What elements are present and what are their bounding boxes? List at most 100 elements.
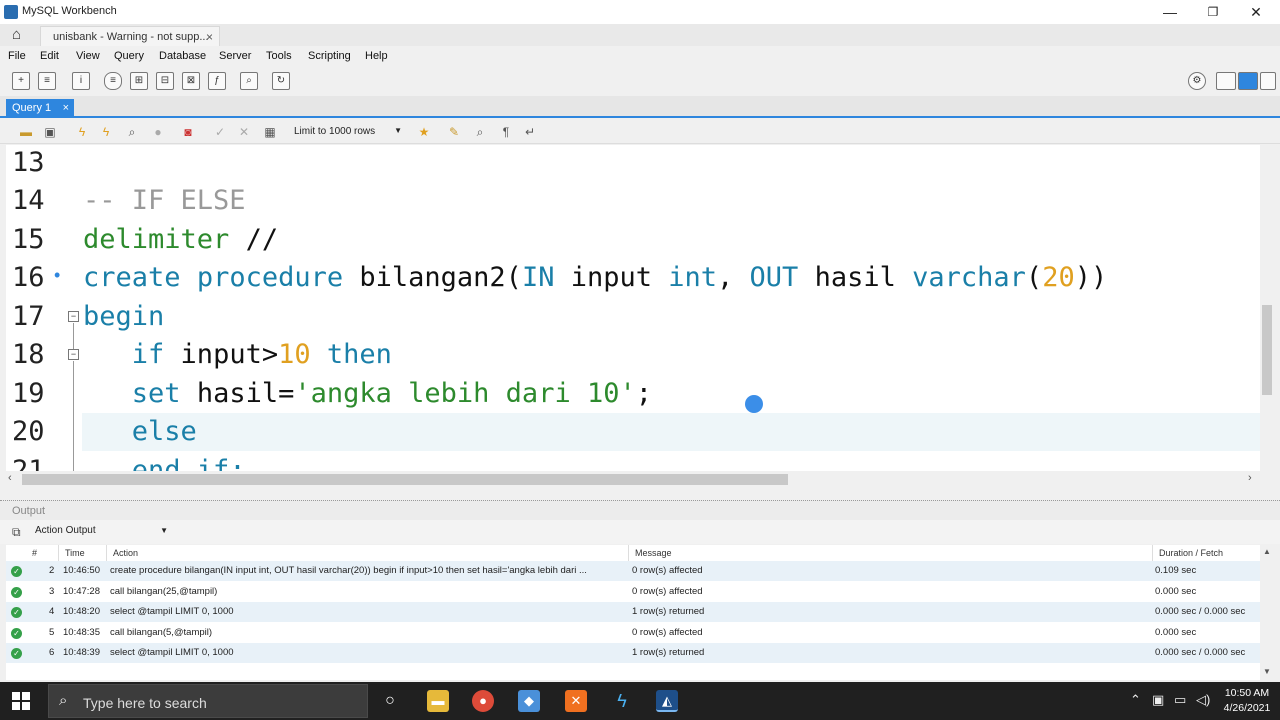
menu-tools[interactable]: Tools (266, 50, 292, 62)
column-header-duration[interactable]: Duration / Fetch (1159, 548, 1223, 558)
menu-edit[interactable]: Edit (40, 50, 59, 62)
find-icon[interactable]: ⌕ (472, 124, 488, 140)
sql-editor[interactable]: 13 14 15 16 • 17 18 19 20 21 − − -- IF E… (6, 145, 1260, 471)
invisible-chars-icon[interactable]: ¶ (498, 124, 514, 140)
menu-file[interactable]: File (8, 50, 26, 62)
save-icon[interactable]: ▣ (42, 124, 58, 140)
home-icon[interactable]: ⌂ (12, 26, 21, 43)
close-button[interactable]: ✕ (1236, 2, 1276, 22)
current-line-highlight (82, 413, 1260, 451)
toggle-sidebar-icon[interactable] (1216, 72, 1236, 90)
menu-scripting[interactable]: Scripting (308, 50, 351, 62)
scrollbar-thumb[interactable] (22, 474, 788, 485)
search-table-data-icon[interactable]: ⌕ (240, 72, 258, 90)
rollback-icon[interactable]: ✕ (236, 124, 252, 140)
keyword: if (131, 339, 165, 370)
fold-toggle-icon[interactable]: − (68, 311, 79, 322)
beautify-icon[interactable]: ✎ (446, 124, 462, 140)
line-number: 20 (12, 416, 45, 447)
restore-button[interactable]: ❐ (1193, 2, 1233, 22)
add-snippet-icon[interactable]: ★ (416, 124, 432, 140)
row-time: 10:48:39 (63, 647, 100, 658)
scroll-up-icon[interactable]: ▲ (1263, 547, 1271, 556)
scroll-left-icon[interactable]: ‹ (8, 472, 12, 484)
output-vertical-scrollbar[interactable]: ▲ ▼ (1260, 545, 1274, 680)
tray-battery-icon[interactable]: ▭ (1174, 692, 1186, 708)
editor-horizontal-scrollbar[interactable]: ‹ › (6, 471, 1260, 487)
menu-view[interactable]: View (76, 50, 100, 62)
create-view-icon[interactable]: ⊟ (156, 72, 174, 90)
table-row[interactable]: ✓ 3 10:47:28 call bilangan(25,@tampil) 0… (6, 582, 1260, 602)
execute-icon[interactable]: ϟ (74, 124, 90, 140)
column-header-action[interactable]: Action (113, 548, 138, 558)
menu-server[interactable]: Server (219, 50, 251, 62)
lightning-app-icon[interactable]: ϟ (611, 690, 633, 712)
windows-taskbar: ⌕ Type here to search ○ ▬ ● ◆ ✕ ϟ ◭ ⌃ ▣ … (0, 682, 1280, 720)
file-explorer-icon[interactable]: ▬ (427, 690, 449, 712)
inspector-icon[interactable]: i (72, 72, 90, 90)
menu-query[interactable]: Query (114, 50, 144, 62)
tray-network-icon[interactable]: ▣ (1152, 692, 1164, 708)
connection-tab[interactable]: unisbank - Warning - not supp... × (40, 26, 220, 46)
open-sql-script-icon[interactable]: ≡ (38, 72, 56, 90)
output-panel-header: Output (0, 500, 1280, 520)
column-header-time[interactable]: Time (65, 548, 85, 558)
new-sql-tab-icon[interactable]: + (12, 72, 30, 90)
keyword: varchar (912, 262, 1026, 293)
query-tab[interactable]: Query 1 × (6, 99, 74, 118)
close-query-tab-icon[interactable]: × (63, 102, 69, 114)
windows-start-icon[interactable] (12, 692, 30, 710)
output-type-label: Action Output (35, 525, 96, 536)
toggle-error-stop-icon[interactable]: ◙ (180, 124, 196, 140)
limit-rows-select[interactable]: Limit to 1000 rows ▼ (290, 124, 406, 141)
mysql-workbench-taskbar-icon[interactable]: ◭ (656, 690, 678, 712)
close-connection-tab-icon[interactable]: × (206, 30, 213, 44)
commit-icon[interactable]: ✓ (212, 124, 228, 140)
limit-rows-label: Limit to 1000 rows (294, 126, 376, 137)
autocommit-icon[interactable]: ▦ (262, 124, 278, 140)
clock-time: 10:50 AM (1224, 687, 1270, 699)
tray-volume-icon[interactable]: ◁) (1196, 692, 1210, 708)
xampp-icon[interactable]: ✕ (565, 690, 587, 712)
create-schema-icon[interactable]: ≡ (104, 72, 122, 90)
column-header-message[interactable]: Message (635, 548, 672, 558)
scrollbar-thumb[interactable] (1262, 305, 1272, 395)
chevron-down-icon: ▼ (394, 126, 402, 135)
toggle-secondary-sidebar-icon[interactable] (1260, 72, 1276, 90)
stop-icon[interactable]: ● (150, 124, 166, 140)
menu-database[interactable]: Database (159, 50, 206, 62)
row-duration: 0.000 sec (1155, 586, 1197, 597)
menu-help[interactable]: Help (365, 50, 388, 62)
scroll-down-icon[interactable]: ▼ (1263, 667, 1271, 676)
reconnect-icon[interactable]: ↻ (272, 72, 290, 90)
table-row[interactable]: ✓ 6 10:48:39 select @tampil LIMIT 0, 100… (6, 643, 1260, 663)
toggle-output-panel-icon[interactable] (1238, 72, 1258, 90)
taskbar-search-box[interactable]: ⌕ Type here to search (48, 684, 368, 718)
create-procedure-icon[interactable]: ⊠ (182, 72, 200, 90)
copy-output-icon[interactable]: ⧉ (12, 525, 21, 540)
explain-icon[interactable]: ⌕ (124, 124, 140, 140)
taskbar-clock[interactable]: 10:50 AM 4/26/2021 (1220, 686, 1274, 716)
app-cube-icon[interactable]: ◆ (518, 690, 540, 712)
action-output-table: # Time Action Message Duration / Fetch ✓… (6, 545, 1260, 680)
keyword: OUT (749, 262, 799, 293)
settings-gear-icon[interactable]: ⚙ (1188, 72, 1206, 90)
task-view-icon[interactable]: ○ (379, 690, 401, 712)
open-file-icon[interactable]: ▬ (18, 124, 34, 140)
execute-statement-icon[interactable]: ϟ (98, 124, 114, 140)
fold-toggle-icon[interactable]: − (68, 349, 79, 360)
table-row[interactable]: ✓ 4 10:48:20 select @tampil LIMIT 0, 100… (6, 602, 1260, 622)
output-type-select[interactable]: Action Output ▼ (30, 525, 170, 541)
create-table-icon[interactable]: ⊞ (130, 72, 148, 90)
word-wrap-icon[interactable]: ↵ (522, 124, 538, 140)
table-row[interactable]: ✓ 2 10:46:50 create procedure bilangan(I… (6, 561, 1260, 581)
scroll-right-icon[interactable]: › (1248, 472, 1252, 484)
create-function-icon[interactable]: ƒ (208, 72, 226, 90)
editor-vertical-scrollbar[interactable] (1260, 145, 1274, 471)
column-header-number[interactable]: # (32, 548, 37, 558)
table-row[interactable]: ✓ 5 10:48:35 call bilangan(5,@tampil) 0 … (6, 623, 1260, 643)
keyword: else (131, 416, 197, 447)
tray-chevron-up-icon[interactable]: ⌃ (1130, 692, 1141, 708)
chrome-icon[interactable]: ● (472, 690, 494, 712)
minimize-button[interactable]: — (1150, 2, 1190, 22)
